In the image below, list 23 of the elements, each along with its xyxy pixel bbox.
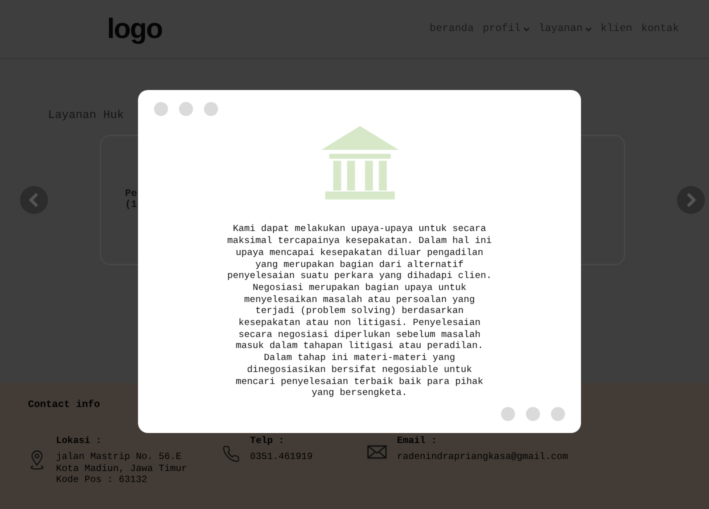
contact-label: Telp : [250,435,286,446]
contact-value: jalan Mastrip No. 56.E Kota Madiun, Jawa Timur Kode Pos : 63132 [56,451,188,486]
dot-icon [179,102,193,116]
dot-icon [204,102,218,116]
previous-button[interactable] [20,186,48,214]
envelope-icon [367,445,387,459]
location-pin-icon [28,449,46,471]
building-columns-icon [318,124,400,202]
contact-label: Email : [397,435,438,446]
dot-icon [526,407,540,421]
phone-icon [222,445,240,463]
chevron-left-icon [28,193,40,207]
dot-icon [154,102,168,116]
contact-value: 0351.461919 [250,451,313,462]
contact-label: Lokasi : [56,435,103,446]
logo[interactable]: logo [107,13,162,45]
footer-title: Contact info [28,400,102,411]
dot-icon [501,407,515,421]
next-button[interactable] [677,186,705,214]
modal-paragraph: Kami dapat melakukan upaya-upaya untuk secara maksimal tercapainya kesepakatan. Dalam hal ini upaya mencapai kesepakatan diluar pengadilan yang merupakan bagian dari alternatif penyelesaian suatu perkara yang dihadapi clien. Negosiasi merupakan bagian upaya untuk menyelesaikan masalah atau persoalan yang terjadi (problem solving) berdasarkan kesepakatan atau non litigasi. Penyelesaian secara negosiasi diperlukan sebelum masalah masuk dalam tahapan litigasi atau peradilan. Dalam tahap ini materi-materi yang dinegosiasikan bersifat negosiable untuk mencari penyelesaian terbaik baik para pihak yang bersengketa. [227,223,492,399]
dot-icon [551,407,565,421]
chevron-right-icon [685,193,697,207]
contact-value: radenindrapriangkasa@gmail.com [397,451,568,462]
